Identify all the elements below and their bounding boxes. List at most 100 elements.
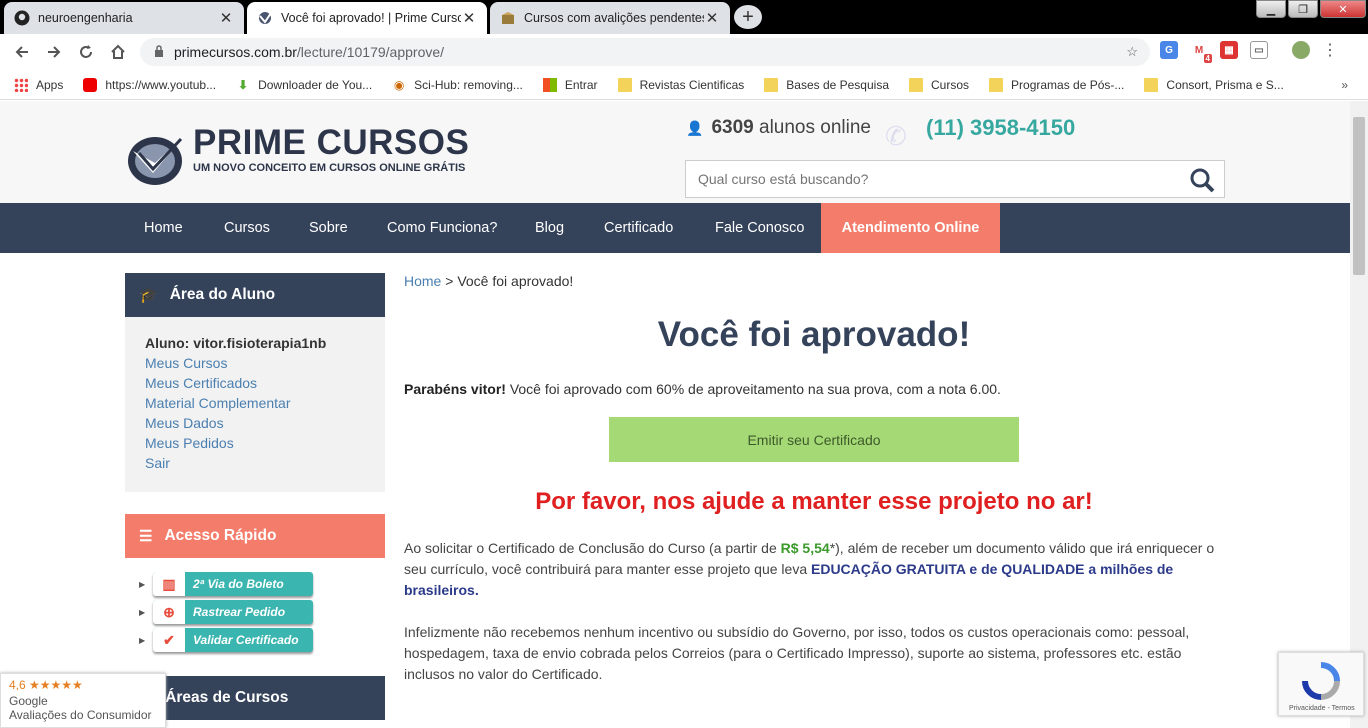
quick-item: ▶ ⊕ Rastrear Pedido xyxy=(139,598,385,626)
close-window-button[interactable]: ✕ xyxy=(1320,0,1366,18)
chevron-right-icon[interactable]: » xyxy=(1341,78,1348,92)
nav-cursos[interactable]: Cursos xyxy=(224,203,270,253)
folder-icon xyxy=(909,77,923,92)
cast-icon[interactable]: ▭ xyxy=(1250,41,1268,59)
browser-tab[interactable]: neuroengenharia ✕ xyxy=(4,2,244,34)
emitir-certificado-button[interactable]: Emitir seu Certificado xyxy=(609,417,1019,462)
back-arrow-icon xyxy=(15,46,28,58)
tab-title: neuroengenharia xyxy=(38,11,133,25)
nav-blog[interactable]: Blog xyxy=(535,203,564,253)
home-icon xyxy=(111,44,125,59)
link-meus-certificados[interactable]: Meus Certificados xyxy=(145,373,365,393)
tab-title: Cursos com avalições pendentes xyxy=(524,11,704,25)
link-meus-pedidos[interactable]: Meus Pedidos xyxy=(145,433,365,453)
bookmark-item[interactable]: ◉ Sci-Hub: removing... xyxy=(392,78,523,92)
bookmark-item[interactable]: Apps xyxy=(14,77,63,92)
link-meus-dados[interactable]: Meus Dados xyxy=(145,413,365,433)
scrollbar[interactable] xyxy=(1350,101,1368,728)
quick-validar-button[interactable]: ✔ Validar Certificado xyxy=(153,628,313,652)
forward-arrow-icon xyxy=(48,46,61,58)
mendeley-icon[interactable]: ▦ xyxy=(1220,41,1238,59)
breadcrumb: Home > Você foi aprovado! xyxy=(404,273,574,289)
bookmark-folder[interactable]: Programas de Pós-... xyxy=(989,77,1124,92)
bookmark-star-icon[interactable]: ☆ xyxy=(1126,44,1138,60)
reload-icon xyxy=(80,45,92,58)
quick-boleto-button[interactable]: ▥ 2ª Via do Boleto xyxy=(153,572,313,596)
new-tab-button[interactable]: + xyxy=(734,5,762,29)
bookmark-folder[interactable]: Revistas Cientificas xyxy=(617,77,744,92)
logo-title[interactable]: PRIME CURSOS xyxy=(193,123,469,163)
online-count: 👤 6309 alunos online xyxy=(686,117,871,138)
close-icon[interactable]: ✕ xyxy=(218,9,234,27)
minimize-button[interactable]: ▁ xyxy=(1256,0,1286,18)
help-title: Por favor, nos ajude a manter esse proje… xyxy=(535,488,1093,515)
paragraph-costs: Infelizmente não recebemos nenhum incent… xyxy=(404,624,1190,682)
browser-tab-active[interactable]: Você foi aprovado! | Prime Curso ✕ xyxy=(247,2,487,34)
bookmarks-bar: Apps https://www.youtub... ⬇ Downloader d… xyxy=(0,70,1368,100)
recaptcha-icon xyxy=(1302,662,1340,700)
scrollbar-thumb[interactable] xyxy=(1353,117,1365,275)
bookmark-folder[interactable]: Cursos xyxy=(909,77,969,92)
microsoft-icon xyxy=(542,77,557,92)
recaptcha-badge[interactable]: Privacidade - Termos xyxy=(1278,652,1364,716)
github-icon xyxy=(14,10,30,26)
download-icon: ⬇ xyxy=(238,77,249,92)
menu-icon[interactable]: ⋮ xyxy=(1322,40,1338,60)
phone-number[interactable]: (11) 3958-4150 xyxy=(926,115,1075,141)
prime-icon xyxy=(257,10,273,26)
nav-certificado[interactable]: Certificado xyxy=(604,203,673,253)
reload-button[interactable] xyxy=(70,36,102,68)
barcode-icon: ▥ xyxy=(153,572,185,596)
link-material-complementar[interactable]: Material Complementar xyxy=(145,393,365,413)
folder-icon xyxy=(989,77,1004,92)
google-reviews-badge[interactable]: 4,6 ★★★★★ Google Avaliações do Consumido… xyxy=(0,673,166,728)
translate-icon[interactable]: G xyxy=(1160,41,1178,59)
triangle-right-icon: ▶ xyxy=(139,579,146,589)
maximize-button[interactable]: ❐ xyxy=(1288,0,1318,18)
quick-item: ▶ ✔ Validar Certificado xyxy=(139,626,385,654)
search-button[interactable] xyxy=(1188,166,1216,194)
nav-home[interactable]: Home xyxy=(144,203,183,253)
browser-tab[interactable]: Cursos com avalições pendentes ✕ xyxy=(490,2,730,34)
logo-tagline: UM NOVO CONCEITO EM CURSOS ONLINE GRÁTIS xyxy=(193,162,466,174)
url-path: /lecture/10179/approve/ xyxy=(296,44,445,60)
address-bar[interactable]: primecursos.com.br/lecture/10179/approve… xyxy=(140,38,1150,66)
close-icon[interactable]: ✕ xyxy=(461,9,477,27)
browser-tab-strip: neuroengenharia ✕ Você foi aprovado! | P… xyxy=(0,0,1368,34)
bookmark-item[interactable]: ⬇ Downloader de You... xyxy=(236,78,372,92)
search-box xyxy=(685,160,1225,198)
youtube-icon xyxy=(83,77,98,92)
google-brand: Google xyxy=(9,694,48,708)
close-icon[interactable]: ✕ xyxy=(704,9,720,27)
link-sair[interactable]: Sair xyxy=(145,453,365,473)
link-meus-cursos[interactable]: Meus Cursos xyxy=(145,353,365,373)
google-subtitle: Avaliações do Consumidor xyxy=(9,708,152,722)
bookmark-item[interactable]: Entrar xyxy=(542,77,598,92)
avatar[interactable] xyxy=(1292,41,1310,59)
breadcrumb-home[interactable]: Home xyxy=(404,273,441,289)
price: R$ 5,54 xyxy=(780,540,830,556)
acesso-rapido-header: ☰ Acesso Rápido xyxy=(125,514,385,558)
bookmark-folder[interactable]: Bases de Pesquisa xyxy=(764,77,889,92)
gmail-icon[interactable]: M4 xyxy=(1190,41,1212,63)
magnifier-icon: ⊕ xyxy=(153,600,185,624)
quick-rastrear-button[interactable]: ⊕ Rastrear Pedido xyxy=(153,600,313,624)
bookmark-folder[interactable]: Consort, Prisma e S... xyxy=(1144,77,1284,92)
back-button[interactable] xyxy=(6,36,38,68)
google-rating: 4,6 ★★★★★ xyxy=(9,678,83,692)
gmail-badge: 4 xyxy=(1203,54,1212,63)
home-button[interactable] xyxy=(102,36,134,68)
logo[interactable] xyxy=(125,129,189,187)
bookmark-item[interactable]: https://www.youtub... xyxy=(83,77,216,92)
nav-sobre[interactable]: Sobre xyxy=(309,203,348,253)
nav-como-funciona[interactable]: Como Funciona? xyxy=(387,203,497,253)
search-input[interactable] xyxy=(698,171,1178,187)
recaptcha-links[interactable]: Privacidade - Termos xyxy=(1289,705,1355,712)
nav-fale-conosco[interactable]: Fale Conosco xyxy=(715,203,804,253)
apps-icon xyxy=(14,77,28,92)
aluno-name: Aluno: vitor.fisioterapia1nb xyxy=(145,335,327,351)
forward-button[interactable] xyxy=(38,36,70,68)
folder-icon xyxy=(617,77,632,92)
phone-icon: ✆ xyxy=(885,121,907,151)
nav-atendimento-online[interactable]: Atendimento Online xyxy=(821,203,1000,253)
